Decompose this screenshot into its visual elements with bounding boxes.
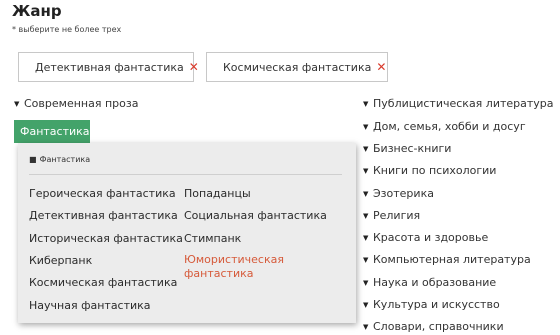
subgenre-item[interactable]: Киберпанк — [29, 254, 92, 267]
tree-item[interactable]: ▼ Эзотерика — [363, 187, 434, 200]
breadcrumb: ■ Фантастика — [29, 155, 90, 164]
tree-item-label: Бизнес-книги — [373, 142, 452, 155]
tree-item[interactable]: ▼ Красота и здоровье — [363, 231, 488, 244]
breadcrumb-label[interactable]: Фантастика — [40, 155, 91, 164]
chip-label: Космическая фантастика — [223, 60, 372, 74]
triangle-down-icon[interactable]: ▼ — [363, 190, 373, 198]
tree-item[interactable]: ▼ Книги по психологии — [363, 164, 496, 177]
tree-item[interactable]: ▼ Религия — [363, 209, 420, 222]
selected-genre-chip[interactable]: Детективная фантастика ✕ — [18, 52, 199, 82]
tree-item-label: Религия — [373, 209, 421, 222]
subgenre-item[interactable]: Историческая фантастика — [29, 232, 183, 245]
subgenre-item[interactable]: Научная фантастика — [29, 299, 151, 312]
tree-item-label: Книги по психологии — [373, 164, 497, 177]
triangle-down-icon[interactable]: ▼ — [363, 145, 373, 153]
subgenre-item[interactable]: Социальная фантастика — [184, 209, 327, 222]
subgenre-item[interactable]: Космическая фантастика — [29, 276, 177, 289]
tree-item[interactable]: ▼ Компьютерная литература — [363, 253, 531, 266]
subgenre-item-highlighted[interactable]: Юмористическая фантастика — [184, 253, 294, 281]
subgenre-item[interactable]: Героическая фантастика — [29, 187, 176, 200]
subgenre-dropdown: ■ Фантастика Героическая фантастика Дете… — [18, 143, 356, 323]
triangle-down-icon[interactable]: ▼ — [363, 234, 373, 242]
tree-item[interactable]: ▼ Дом, семья, хобби и досуг — [363, 120, 526, 133]
triangle-down-icon[interactable]: ▼ — [14, 100, 24, 108]
tree-item[interactable]: ▼ Наука и образование — [363, 276, 496, 289]
tree-item-label: Современная проза — [24, 97, 139, 110]
tree-item-label: Наука и образование — [373, 276, 497, 289]
close-icon[interactable]: ✕ — [376, 61, 386, 73]
tree-item-fantasy-selected[interactable]: Фантастика — [14, 120, 90, 143]
tree-item-label: Эзотерика — [373, 187, 434, 200]
selected-genre-chip[interactable]: Космическая фантастика ✕ — [206, 52, 388, 82]
triangle-down-icon[interactable]: ▼ — [363, 256, 373, 264]
triangle-down-icon[interactable]: ▼ — [363, 212, 373, 220]
tree-item-label: Дом, семья, хобби и досуг — [373, 120, 526, 133]
subgenre-item[interactable]: Детективная фантастика — [29, 209, 178, 222]
triangle-down-icon[interactable]: ▼ — [363, 100, 373, 108]
tree-item[interactable]: ▼ Культура и искусство — [363, 298, 500, 311]
tree-item-label: Компьютерная литература — [373, 253, 531, 266]
selection-hint: * выберите не более трех — [12, 25, 122, 34]
triangle-down-icon[interactable]: ▼ — [363, 301, 373, 309]
home-icon[interactable]: ■ — [29, 155, 37, 164]
subgenre-item[interactable]: Стимпанк — [184, 232, 241, 245]
divider — [29, 174, 342, 175]
tree-item-label: Культура и искусство — [373, 298, 500, 311]
tree-item[interactable]: ▼ Бизнес-книги — [363, 142, 451, 155]
subgenre-item[interactable]: Попаданцы — [184, 187, 251, 200]
triangle-down-icon[interactable]: ▼ — [363, 167, 373, 175]
triangle-down-icon[interactable]: ▼ — [363, 123, 373, 131]
triangle-down-icon[interactable]: ▼ — [363, 279, 373, 287]
tree-item-label: Красота и здоровье — [373, 231, 489, 244]
genre-title: Жанр — [12, 2, 62, 20]
triangle-down-icon[interactable]: ▼ — [363, 323, 373, 331]
tree-item[interactable]: ▼ Словари, справочники — [363, 320, 504, 333]
tree-item[interactable]: ▼ Публицистическая литература — [363, 97, 554, 110]
tree-item-contemporary-prose[interactable]: ▼ Современная проза — [14, 97, 138, 110]
tree-item-label: Словари, справочники — [373, 320, 504, 333]
chip-label: Детективная фантастика — [35, 60, 184, 74]
close-icon[interactable]: ✕ — [189, 61, 199, 73]
tree-item-label: Публицистическая литература — [373, 97, 554, 110]
